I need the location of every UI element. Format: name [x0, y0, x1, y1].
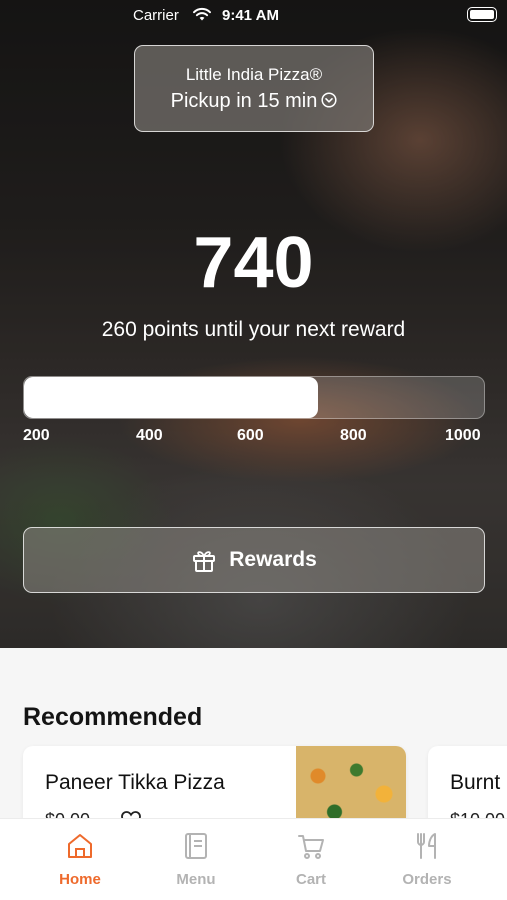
status-bar: Carrier 9:41 AM	[0, 0, 507, 30]
gift-icon	[193, 551, 216, 572]
store-pickup-selector[interactable]: Little India Pizza® Pickup in 15 min	[134, 45, 374, 132]
tab-label: Cart	[295, 871, 326, 888]
tab-orders[interactable]: Orders	[382, 831, 472, 888]
cart-icon	[298, 835, 324, 859]
fork-knife-icon	[417, 833, 436, 859]
progress-tick: 200	[23, 427, 50, 444]
tab-home[interactable]: Home	[35, 831, 125, 888]
wifi-icon	[193, 7, 211, 21]
tab-label: Menu	[176, 871, 216, 888]
progress-tick: 600	[237, 427, 264, 444]
tab-bar: Home Menu Cart Orders	[0, 818, 507, 900]
rewards-progress-fill	[24, 377, 319, 418]
chevron-down-icon	[321, 92, 337, 108]
points-until-reward: 260 points until your next reward	[101, 318, 406, 341]
tab-label: Orders	[402, 871, 452, 888]
rewards-button-label: Rewards	[229, 548, 317, 571]
points-balance: 740	[193, 223, 314, 303]
rewards-progress-bar	[23, 376, 485, 419]
progress-tick: 800	[340, 427, 367, 444]
progress-tick: 1000	[445, 427, 481, 444]
battery-icon	[467, 7, 497, 22]
tab-menu[interactable]: Menu	[151, 831, 241, 888]
store-name: Little India Pizza®	[185, 65, 323, 84]
tab-label: Home	[59, 871, 101, 888]
item-name: Paneer Tikka Pizza	[45, 771, 225, 794]
rewards-button[interactable]: Rewards	[23, 527, 485, 593]
item-name: Burnt	[450, 771, 501, 794]
progress-tick: 400	[136, 427, 163, 444]
carrier-label: Carrier	[133, 7, 179, 24]
home-icon	[68, 834, 92, 858]
recommended-heading: Recommended	[23, 703, 203, 731]
menu-icon	[185, 833, 207, 859]
clock: 9:41 AM	[222, 7, 279, 24]
pickup-time: Pickup in 15 min	[135, 90, 373, 113]
tab-cart[interactable]: Cart	[266, 831, 356, 888]
hero-banner: Carrier 9:41 AM Little India Pizza® Pick…	[0, 0, 507, 648]
